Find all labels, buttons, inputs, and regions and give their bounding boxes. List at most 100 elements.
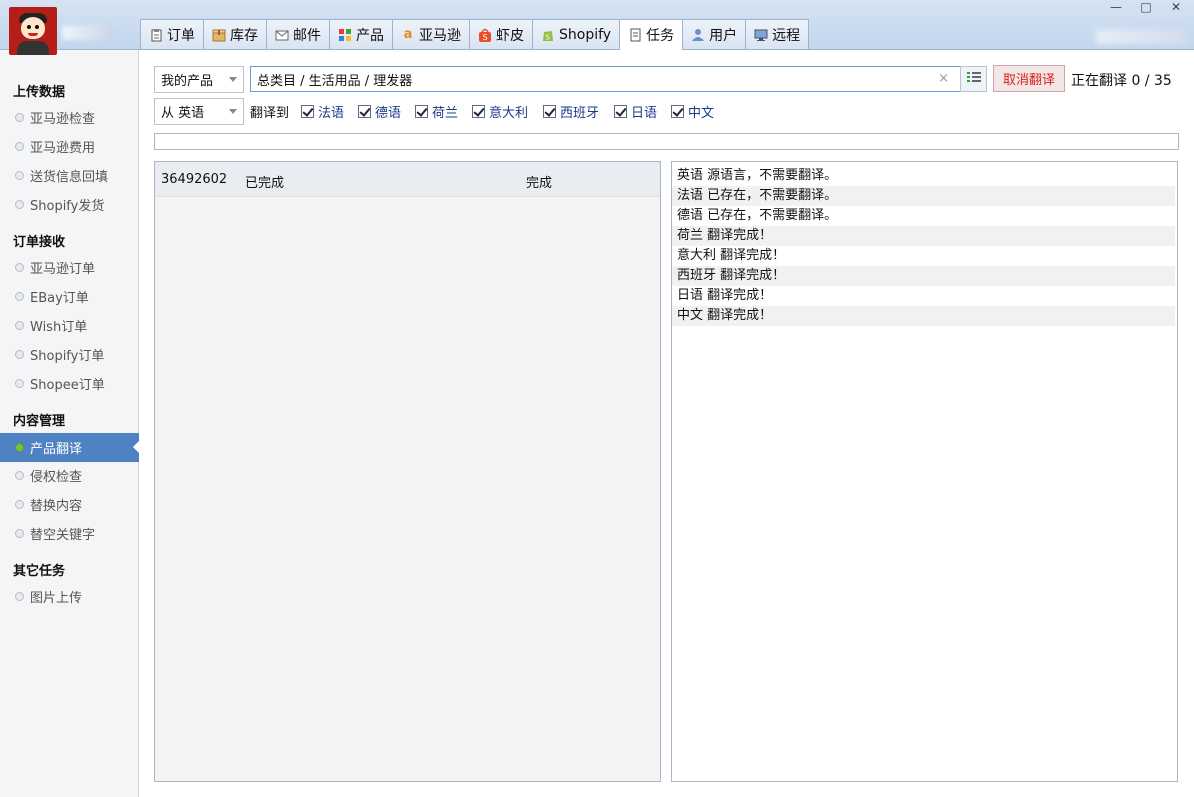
- radio-dot-icon: [15, 263, 24, 272]
- task-icon: [628, 28, 642, 42]
- sidebar: 上传数据 亚马逊检查 亚马逊费用 送货信息回填 Shopify发货 订单接收 亚…: [0, 50, 140, 797]
- checkbox-checked-icon: [543, 105, 556, 118]
- log-line: 日语 翻译完成！: [677, 288, 773, 303]
- sidebar-item-label: 亚马逊订单: [30, 262, 96, 277]
- tab-inventory[interactable]: 库存: [203, 19, 266, 50]
- sidebar-item-shopee-orders[interactable]: Shopee订单: [0, 369, 139, 398]
- sidebar-item-label: 亚马逊检查: [30, 112, 96, 127]
- checkbox-chinese[interactable]: 中文: [671, 102, 714, 121]
- log-line: 德语 已存在，不需要翻译。: [677, 208, 838, 223]
- sidebar-item-label: Shopify订单: [30, 349, 105, 364]
- translation-log: 英语 源语言，不需要翻译。 法语 已存在，不需要翻译。 德语 已存在，不需要翻译…: [671, 161, 1178, 782]
- tab-tasks[interactable]: 任务: [619, 19, 683, 51]
- checkbox-label: 日语: [631, 106, 658, 121]
- sidebar-item-label: Shopee订单: [30, 378, 105, 393]
- radio-dot-icon: [15, 200, 24, 209]
- radio-dot-icon: [15, 500, 24, 509]
- tab-shopee[interactable]: S 虾皮: [469, 19, 532, 50]
- checkbox-french[interactable]: 法语: [301, 102, 344, 121]
- tab-label: 虾皮: [496, 27, 524, 44]
- svg-text:S: S: [546, 33, 551, 41]
- close-icon[interactable]: ✕: [1168, 0, 1184, 14]
- sidebar-item-clear-keywords[interactable]: 替空关键字: [0, 519, 139, 548]
- grid-icon: [338, 28, 352, 42]
- radio-dot-icon: [15, 379, 24, 388]
- clear-icon[interactable]: ×: [938, 71, 949, 86]
- main-panel: 我的产品 总类目 / 生活用品 / 理发器 × 取消翻译 正在翻译 0 / 35 …: [140, 50, 1194, 797]
- category-path-input[interactable]: 总类目 / 生活用品 / 理发器 ×: [250, 66, 986, 92]
- window-controls: — □ ✕: [1108, 0, 1184, 14]
- checkbox-label: 德语: [375, 106, 402, 121]
- checkbox-label: 中文: [688, 106, 715, 121]
- translate-status: 正在翻译 0 / 35: [1071, 73, 1172, 89]
- table-row[interactable]: 36492602 已完成 完成: [155, 162, 660, 197]
- source-language-value: 从 英语: [161, 106, 205, 121]
- source-language-select[interactable]: 从 英语: [154, 98, 244, 125]
- log-line: 中文 翻译完成！: [672, 306, 1175, 326]
- scope-select[interactable]: 我的产品: [154, 66, 244, 93]
- cancel-translate-button[interactable]: 取消翻译: [993, 65, 1065, 92]
- sidebar-item-amazon-check[interactable]: 亚马逊检查: [0, 103, 139, 132]
- log-line: 荷兰 翻译完成！: [672, 226, 1175, 246]
- sidebar-item-replace-content[interactable]: 替换内容: [0, 490, 139, 519]
- sidebar-item-shopify-orders[interactable]: Shopify订单: [0, 340, 139, 369]
- checkbox-italian[interactable]: 意大利: [472, 102, 528, 121]
- sidebar-item-shipping-backfill[interactable]: 送货信息回填: [0, 161, 139, 190]
- sidebar-item-wish-orders[interactable]: Wish订单: [0, 311, 139, 340]
- shopee-icon: S: [478, 28, 492, 42]
- sidebar-section-orders: 订单接收: [13, 235, 66, 250]
- sidebar-item-label: 替换内容: [30, 499, 83, 514]
- radio-dot-icon: [15, 471, 24, 480]
- minimize-icon[interactable]: —: [1108, 0, 1124, 14]
- radio-dot-icon: [15, 142, 24, 151]
- radio-dot-icon: [15, 529, 24, 538]
- tab-label: Shopify: [559, 26, 612, 43]
- checkbox-checked-icon: [614, 105, 627, 118]
- checkbox-german[interactable]: 德语: [358, 102, 401, 121]
- log-line: 意大利 翻译完成！: [677, 248, 786, 263]
- checkbox-dutch[interactable]: 荷兰: [415, 102, 458, 121]
- checkbox-spanish[interactable]: 西班牙: [543, 102, 599, 121]
- sidebar-item-label: Shopify发货: [30, 199, 105, 214]
- sidebar-item-label: 侵权检查: [30, 470, 83, 485]
- tab-mail[interactable]: 邮件: [266, 19, 329, 50]
- tab-label: 用户: [709, 27, 738, 44]
- sidebar-item-product-translate[interactable]: 产品翻译: [0, 433, 140, 462]
- tab-remote[interactable]: 远程: [745, 19, 810, 50]
- tab-shopify[interactable]: S Shopify: [532, 19, 620, 50]
- radio-dot-icon: [15, 171, 24, 180]
- sidebar-item-label: 产品翻译: [30, 442, 83, 457]
- task-result: 完成: [526, 176, 553, 191]
- translate-to-label: 翻译到: [250, 106, 290, 121]
- tab-products[interactable]: 产品: [329, 19, 392, 50]
- radio-dot-icon: [15, 292, 24, 301]
- sidebar-item-label: Wish订单: [30, 320, 88, 335]
- clipboard-icon: [149, 28, 163, 42]
- tab-orders[interactable]: 订单: [140, 19, 203, 50]
- sidebar-item-ebay-orders[interactable]: EBay订单: [0, 282, 139, 311]
- maximize-icon[interactable]: □: [1138, 0, 1154, 14]
- mail-icon: [275, 28, 289, 42]
- tab-amazon[interactable]: a 亚马逊: [392, 19, 469, 50]
- sidebar-item-label: 图片上传: [30, 591, 83, 606]
- checkbox-checked-icon: [671, 105, 684, 118]
- sidebar-item-infringement-check[interactable]: 侵权检查: [0, 461, 139, 490]
- tab-users[interactable]: 用户: [682, 19, 746, 50]
- sidebar-item-shopify-ship[interactable]: Shopify发货: [0, 190, 139, 219]
- task-id: 36492602: [161, 172, 228, 187]
- checkbox-japanese[interactable]: 日语: [614, 102, 657, 121]
- sidebar-item-label: 亚马逊费用: [30, 141, 96, 156]
- task-state: 已完成: [245, 176, 285, 191]
- sidebar-item-label: EBay订单: [30, 291, 89, 306]
- avatar[interactable]: [9, 7, 57, 55]
- main-tabs: 订单 库存 邮件 产品 a 亚马逊 S 虾皮 S Shopify 任务 用户 远程: [140, 19, 810, 51]
- category-list-button[interactable]: [960, 66, 987, 92]
- sidebar-item-image-upload[interactable]: 图片上传: [0, 582, 139, 611]
- sidebar-item-amazon-fees[interactable]: 亚马逊费用: [0, 132, 139, 161]
- chevron-down-icon: [229, 77, 237, 82]
- sidebar-item-amazon-orders[interactable]: 亚马逊订单: [0, 253, 139, 282]
- sidebar-item-label: 替空关键字: [30, 528, 96, 543]
- checkbox-checked-icon: [415, 105, 428, 118]
- sidebar-section-content: 内容管理: [13, 414, 66, 429]
- account-blurred: [1096, 30, 1186, 44]
